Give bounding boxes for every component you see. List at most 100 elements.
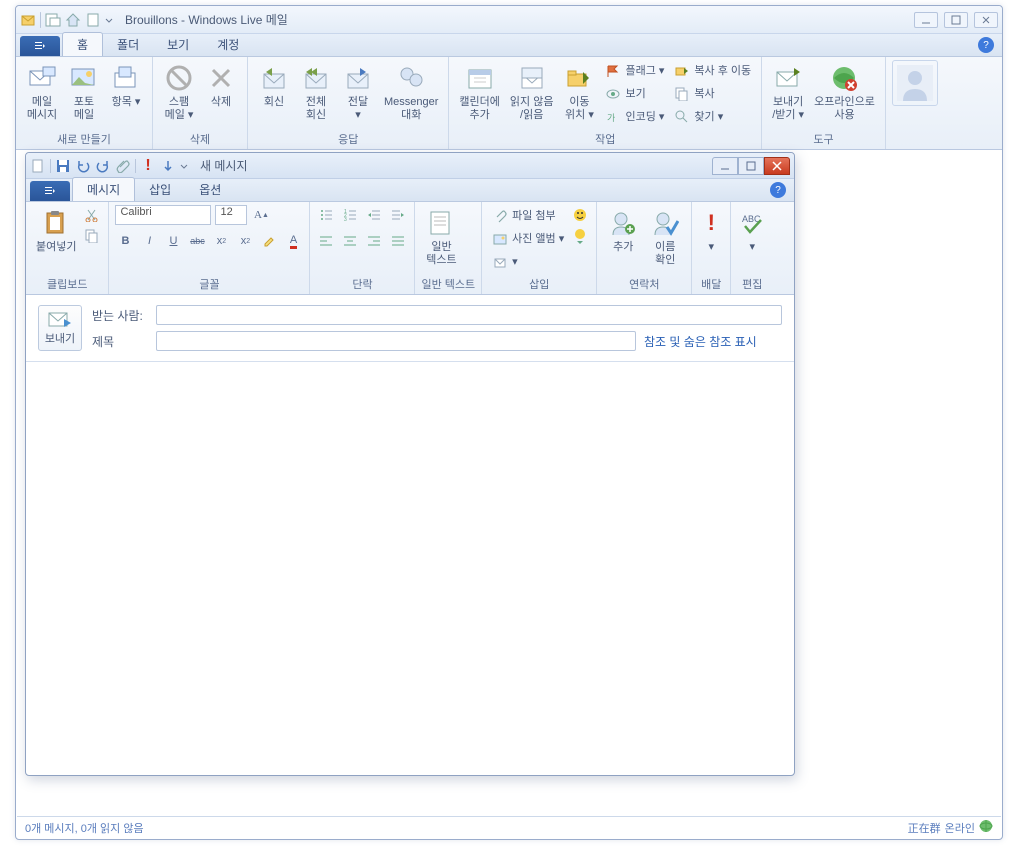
show-cc-bcc-link[interactable]: 참조 및 숨은 참조 표시 [644, 333, 757, 350]
find-button[interactable]: 찾기 ▾ [670, 106, 755, 128]
reply-button[interactable]: 회신 [254, 60, 294, 111]
compose-minimize-button[interactable] [712, 157, 738, 175]
emoji-dropdown[interactable] [570, 226, 590, 246]
flag-button[interactable]: 플래그 ▾ [601, 60, 668, 82]
copy-button[interactable]: 복사 [670, 83, 755, 105]
group-insert: 파일 첨부 사진 앨범 ▾ ▾ 삽입 [482, 202, 597, 294]
priority-low-icon[interactable] [160, 158, 176, 174]
italic-button[interactable]: I [139, 231, 159, 251]
font-color-button[interactable]: A [283, 231, 303, 251]
delivery-priority-button[interactable]: !▾ [698, 205, 724, 256]
account-picture-button[interactable] [892, 60, 938, 106]
cut-button[interactable] [82, 205, 102, 225]
tab-message[interactable]: 메시지 [72, 177, 135, 201]
tab-account[interactable]: 계정 [203, 33, 253, 56]
maximize-button[interactable] [944, 12, 968, 28]
numbering-button[interactable]: 123 [340, 205, 360, 225]
qat-dropdown-icon[interactable] [180, 158, 188, 174]
subject-label: 제목 [92, 333, 148, 350]
to-input[interactable] [156, 305, 782, 325]
copy-button-small[interactable] [82, 226, 102, 246]
insert-more-button[interactable]: ▾ [488, 251, 568, 273]
tab-folder[interactable]: 폴더 [103, 33, 153, 56]
spam-button[interactable]: 스팸 메일 ▾ [159, 60, 199, 123]
group-new-label: 새로 만들기 [22, 129, 146, 149]
outdent-button[interactable] [364, 205, 384, 225]
bullets-button[interactable] [316, 205, 336, 225]
highlight-button[interactable] [259, 231, 279, 251]
page-icon[interactable] [85, 12, 101, 28]
compose-close-button[interactable] [764, 157, 790, 175]
group-clipboard: 붙여넣기 클립보드 [26, 202, 109, 294]
qat-dropdown-icon[interactable] [105, 12, 113, 28]
tab-view[interactable]: 보기 [153, 33, 203, 56]
align-center-button[interactable] [340, 231, 360, 251]
work-offline-button[interactable]: 오프라인으로 사용 [810, 60, 879, 123]
paste-button[interactable]: 붙여넣기 [32, 205, 80, 256]
attach-file-button[interactable]: 파일 첨부 [488, 205, 568, 227]
subscript-button[interactable]: x2 [211, 231, 231, 251]
move-button[interactable]: 이동 위치 ▾ [559, 60, 599, 123]
attach-icon[interactable] [115, 158, 131, 174]
new-mail-button[interactable]: 메일 메시지 [22, 60, 62, 123]
delete-button[interactable]: 삭제 [201, 60, 241, 111]
minimize-button[interactable] [914, 12, 938, 28]
send-receive-button[interactable]: 보내기 /받기 ▾ [768, 60, 808, 123]
messenger-button[interactable]: Messenger 대화 [380, 60, 442, 123]
qat-separator [50, 159, 51, 173]
align-left-button[interactable] [316, 231, 336, 251]
tab-options[interactable]: 옵션 [185, 178, 235, 201]
superscript-button[interactable]: x2 [235, 231, 255, 251]
group-paragraph: 123 단락 [310, 202, 415, 294]
emoji-button[interactable] [570, 205, 590, 225]
compose-file-button[interactable] [30, 181, 70, 201]
send-button[interactable]: 보내기 [38, 305, 82, 351]
group-account [886, 57, 944, 149]
encoding-button[interactable]: 가인코딩 ▾ [601, 106, 668, 128]
reply-all-button[interactable]: 전체 회신 [296, 60, 336, 123]
redo-icon[interactable] [95, 158, 111, 174]
compose-ribbon: 붙여넣기 클립보드 Calibri 12 A▲ B I U ab [26, 202, 794, 295]
view-button[interactable]: 보기 [601, 83, 668, 105]
font-size-combo[interactable]: 12 [215, 205, 247, 225]
font-family-combo[interactable]: Calibri [115, 205, 211, 225]
underline-button[interactable]: U [163, 231, 183, 251]
align-right-button[interactable] [364, 231, 384, 251]
strike-button[interactable]: abc [187, 231, 207, 251]
plaintext-button[interactable]: 일반 텍스트 [421, 205, 461, 268]
new-doc-icon[interactable] [30, 158, 46, 174]
bold-button[interactable]: B [115, 231, 135, 251]
file-menu-button[interactable] [20, 36, 60, 56]
photo-album-button[interactable]: 사진 앨범 ▾ [488, 228, 568, 250]
group-font: Calibri 12 A▲ B I U abc x2 x2 A 글꼴 [109, 202, 310, 294]
compose-body[interactable] [28, 364, 792, 773]
group-font-label: 글꼴 [115, 274, 303, 294]
justify-button[interactable] [388, 231, 408, 251]
copy-move-button[interactable]: 복사 후 이동 [670, 60, 755, 82]
check-names-button[interactable]: 이름 확인 [645, 205, 685, 268]
group-delete-label: 삭제 [159, 129, 241, 149]
tab-home[interactable]: 홈 [62, 32, 103, 56]
subject-input[interactable] [156, 331, 636, 351]
home-icon[interactable] [65, 12, 81, 28]
add-contact-button[interactable]: 추가 [603, 205, 643, 256]
save-icon[interactable] [55, 158, 71, 174]
grow-font-button[interactable]: A▲ [251, 205, 271, 225]
spelling-button[interactable]: ABC▾ [737, 205, 767, 256]
new-item-button[interactable]: 항목 ▾ [106, 60, 146, 111]
compose-help-button[interactable]: ? [770, 182, 786, 198]
mark-read-button[interactable]: 읽지 않음 /읽음 [506, 60, 558, 123]
photo-mail-button[interactable]: 포토 메일 [64, 60, 104, 123]
priority-high-icon[interactable]: ! [140, 158, 156, 174]
help-button[interactable]: ? [978, 37, 994, 53]
compose-maximize-button[interactable] [738, 157, 764, 175]
forward-button[interactable]: 전달▾ [338, 60, 378, 123]
add-calendar-button[interactable]: 캘린더에 추가 [455, 60, 503, 123]
qat-separator-2 [135, 159, 136, 173]
tab-insert[interactable]: 삽입 [135, 178, 185, 201]
group-delivery: !▾ 배달 [692, 202, 731, 294]
undo-icon[interactable] [75, 158, 91, 174]
new-mail-icon[interactable] [45, 12, 61, 28]
indent-button[interactable] [388, 205, 408, 225]
close-button[interactable] [974, 12, 998, 28]
